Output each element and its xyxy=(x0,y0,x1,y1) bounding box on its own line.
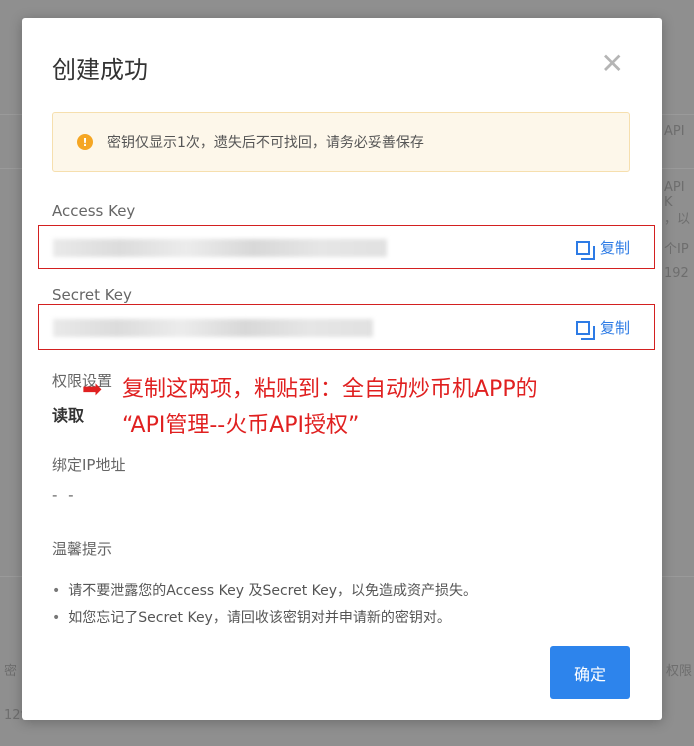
secret-key-field: 复制 xyxy=(38,304,655,350)
copy-label: 复制 xyxy=(599,239,630,257)
ip-value: - - xyxy=(52,486,77,504)
annotation-line: 复制这两项，粘贴到：全自动炒币机APP的 xyxy=(122,377,538,402)
access-key-field: 复制 xyxy=(38,225,655,269)
bg-text-fragment: ，以 xyxy=(664,212,691,227)
tips-label: 温馨提示 xyxy=(52,540,113,558)
annotation-line: “API管理--火币API授权” xyxy=(122,413,360,438)
tip-item: 请不要泄露您的Access Key 及Secret Key，以免造成资产损失。 xyxy=(52,578,477,605)
tip-item: 如您忘记了Secret Key，请回收该密钥对并申请新的密钥对。 xyxy=(52,605,477,632)
warning-text: 密钥仅显示1次，遗失后不可找回，请务必妥善保存 xyxy=(107,135,424,151)
confirm-button[interactable]: 确定 xyxy=(550,646,630,699)
secret-key-label: Secret Key xyxy=(52,286,132,304)
access-key-label: Access Key xyxy=(52,202,136,220)
dialog-title: 创建成功 xyxy=(52,56,148,84)
bg-text-fragment: API K xyxy=(664,180,685,210)
tips-list: 请不要泄露您的Access Key 及Secret Key，以免造成资产损失。 … xyxy=(52,578,477,632)
copy-icon xyxy=(575,240,595,260)
ip-label: 绑定IP地址 xyxy=(52,456,126,474)
warning-banner: ! 密钥仅显示1次，遗失后不可找回，请务必妥善保存 xyxy=(52,112,630,172)
bg-text-fragment: API xyxy=(664,124,685,139)
exclamation-icon: ! xyxy=(77,134,93,150)
copy-access-key-button[interactable]: 复制 xyxy=(575,237,630,260)
copy-label: 复制 xyxy=(599,319,630,337)
copy-icon xyxy=(575,320,595,340)
arrow-right-icon: ➡ xyxy=(82,375,103,403)
secret-key-value-blurred xyxy=(53,319,373,337)
close-icon[interactable]: ✕ xyxy=(601,50,624,78)
bg-text-fragment: 个IP xyxy=(664,242,689,257)
bg-text-fragment: 权限 xyxy=(666,664,693,679)
access-key-value-blurred xyxy=(53,239,387,257)
copy-secret-key-button[interactable]: 复制 xyxy=(575,317,630,340)
permissions-value: 读取 xyxy=(52,406,85,425)
annotation-text: 复制这两项，粘贴到：全自动炒币机APP的 “API管理--火币API授权” xyxy=(122,372,538,444)
create-success-dialog: 创建成功 ✕ ! 密钥仅显示1次，遗失后不可找回，请务必妥善保存 Access … xyxy=(22,18,662,720)
bg-text-fragment: 192 xyxy=(664,266,689,281)
bg-text-fragment: 密 xyxy=(4,664,18,679)
